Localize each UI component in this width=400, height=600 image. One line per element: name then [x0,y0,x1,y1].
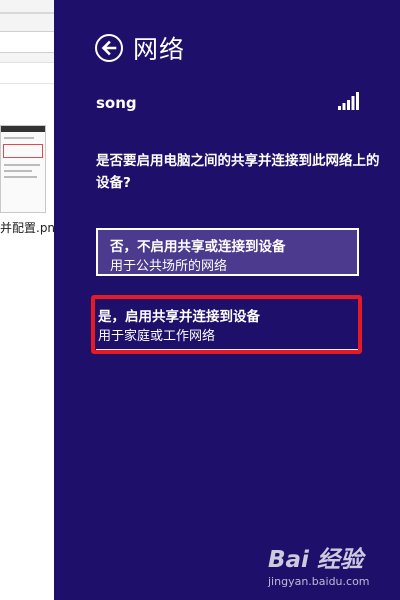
thumbnail-topbar [1,126,45,132]
no-sharing-option[interactable]: 否，不启用共享或连接到设备 用于公共场所的网络 [96,228,359,276]
wifi-signal-icon [338,92,359,110]
sharing-question: 是否要启用电脑之间的共享并连接到此网络上的设备? [96,153,380,191]
thumbnail-line [4,170,32,172]
page-title: 网络 [133,35,186,64]
back-button[interactable] [95,34,123,62]
back-arrow-icon [101,40,117,56]
option-title: 是，启用共享并连接到设备 [98,309,260,325]
baidu-watermark: Bai 经验 jingyan.baidu.com [268,540,393,595]
window-edge [0,12,54,14]
option-subtitle: 用于公共场所的网络 [110,259,228,274]
background-window: 并配置.png [0,0,54,600]
thumbnail-line [4,176,37,178]
thumbnail-highlight [3,144,43,158]
network-name: song [96,94,137,112]
address-bar[interactable] [0,31,54,53]
screen: 并配置.png 网络 song 是否要启用电脑之间的共享并连接到此网络上的设备?… [0,0,400,600]
file-name-label[interactable]: 并配置.png [0,219,54,236]
watermark-logo: Bai 经验 [268,547,363,573]
divider [0,83,54,84]
option-subtitle: 用于家庭或工作网络 [98,329,216,344]
enable-sharing-option[interactable]: 是，启用共享并连接到设备 用于家庭或工作网络 [96,302,359,350]
watermark-url: jingyan.baidu.com [268,575,370,588]
thumbnail-line [4,164,40,166]
option-title: 否，不启用共享或连接到设备 [110,239,286,255]
image-thumbnail[interactable] [0,125,46,213]
thumbnail-line [4,137,34,139]
